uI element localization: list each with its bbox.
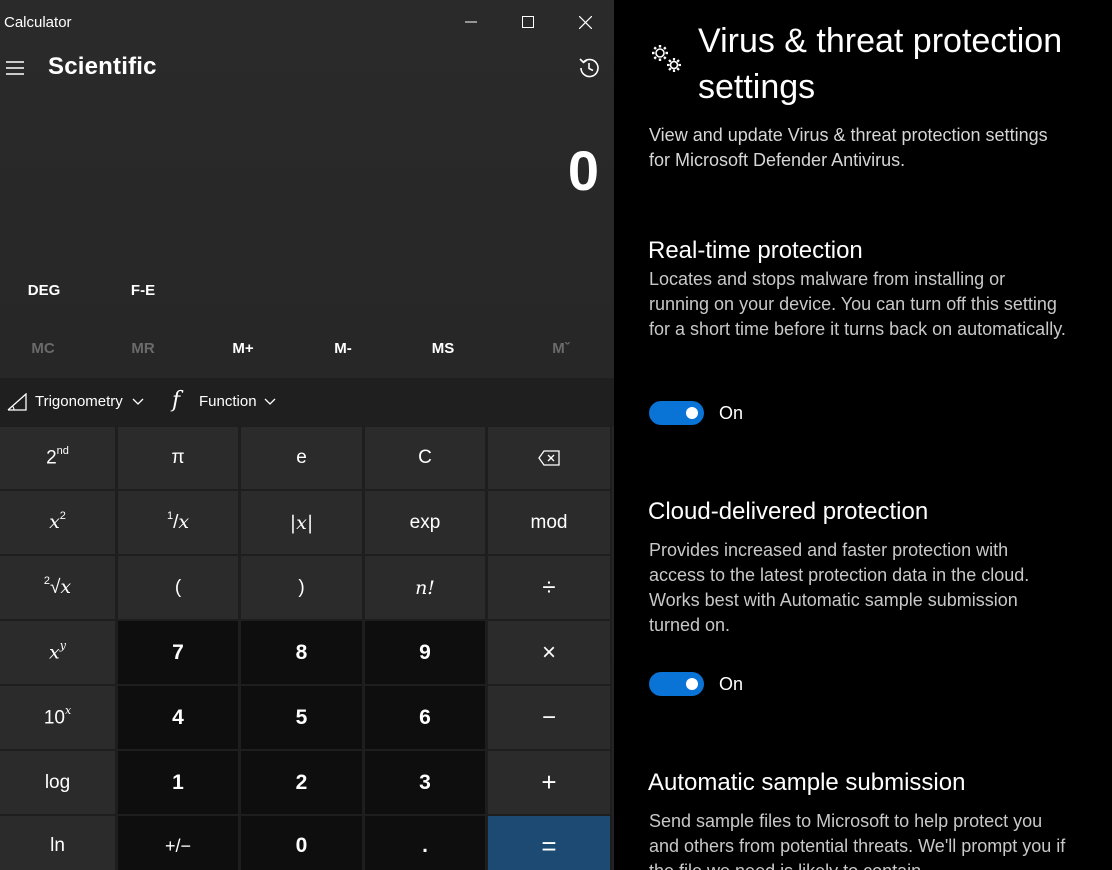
- realtime-protection-title: Real-time protection: [648, 237, 863, 264]
- absolute-value-button[interactable]: |x|: [241, 491, 362, 554]
- display-value: 0: [567, 139, 599, 202]
- trigonometry-dropdown[interactable]: Trigonometry: [35, 393, 123, 410]
- history-icon[interactable]: [576, 55, 602, 81]
- digit-8-button[interactable]: 8: [241, 621, 362, 684]
- digit-2-button[interactable]: 2: [241, 751, 362, 814]
- function-dropdown[interactable]: Function: [199, 393, 257, 410]
- square-button[interactable]: x2: [0, 491, 115, 554]
- pi-button[interactable]: π: [118, 427, 238, 489]
- digit-6-button[interactable]: 6: [365, 686, 485, 749]
- calculator-window: Calculator Scientific 0 DEG F-E MC MR M+…: [0, 0, 614, 870]
- digit-5-button[interactable]: 5: [241, 686, 362, 749]
- euler-button[interactable]: e: [241, 427, 362, 489]
- ten-power-button[interactable]: 10x: [0, 686, 115, 749]
- digit-9-button[interactable]: 9: [365, 621, 485, 684]
- mod-button[interactable]: mod: [488, 491, 610, 554]
- right-paren-button[interactable]: ): [241, 556, 362, 619]
- minimize-button[interactable]: [443, 0, 499, 44]
- backspace-button[interactable]: [488, 427, 610, 489]
- equals-button[interactable]: =: [488, 816, 610, 870]
- memory-clear-button[interactable]: MC: [0, 340, 93, 357]
- memory-add-button[interactable]: M+: [193, 340, 293, 357]
- log-button[interactable]: log: [0, 751, 115, 814]
- title-bar: Calculator: [0, 0, 614, 44]
- power-button[interactable]: xy: [0, 621, 115, 684]
- close-icon: [578, 15, 592, 29]
- clear-button[interactable]: C: [365, 427, 485, 489]
- divide-button[interactable]: ÷: [488, 556, 610, 619]
- memory-store-button[interactable]: MS: [393, 340, 493, 357]
- function-row: Trigonometry f Function: [0, 378, 614, 426]
- memory-list-button[interactable]: Mˇ: [511, 340, 611, 357]
- chevron-down-icon[interactable]: [132, 398, 144, 406]
- memory-recall-button[interactable]: MR: [93, 340, 193, 357]
- realtime-protection-state: On: [719, 403, 744, 423]
- triangle-icon: [7, 393, 27, 411]
- minus-button[interactable]: −: [488, 686, 610, 749]
- second-button[interactable]: 2nd: [0, 427, 115, 489]
- sample-submission-desc: Send sample files to Microsoft to help p…: [649, 811, 1066, 870]
- cloud-protection-desc: Provides increased and faster protection…: [649, 540, 1030, 635]
- cloud-protection-title: Cloud-delivered protection: [648, 498, 929, 525]
- ln-button[interactable]: ln: [0, 816, 115, 870]
- square-root-button[interactable]: 2√x: [0, 556, 115, 619]
- page-subtitle: View and update Virus & threat protectio…: [649, 125, 1048, 170]
- maximize-button[interactable]: [500, 0, 556, 44]
- digit-3-button[interactable]: 3: [365, 751, 485, 814]
- chevron-down-icon[interactable]: [264, 398, 276, 406]
- memory-subtract-button[interactable]: M-: [293, 340, 393, 357]
- fixed-exponent-button[interactable]: F-E: [103, 282, 183, 299]
- realtime-protection-toggle[interactable]: [649, 401, 704, 425]
- left-paren-button[interactable]: (: [118, 556, 238, 619]
- reciprocal-button[interactable]: 1/x: [118, 491, 238, 554]
- hamburger-menu-icon[interactable]: [4, 58, 26, 78]
- mode-title: Scientific: [48, 53, 157, 80]
- gear-icon: [652, 45, 681, 72]
- function-icon: f: [172, 388, 181, 413]
- decimal-button[interactable]: .: [365, 816, 485, 870]
- angle-unit-button[interactable]: DEG: [4, 282, 84, 299]
- multiply-button[interactable]: ×: [488, 621, 610, 684]
- sample-submission-title: Automatic sample submission: [648, 769, 966, 796]
- keypad: 2nd π e C x2 1/x |x| exp mod 2√x ( ) n! …: [0, 426, 612, 870]
- digit-1-button[interactable]: 1: [118, 751, 238, 814]
- negate-button[interactable]: +/−: [118, 816, 238, 870]
- defender-settings-panel: Virus & threat protection settings View …: [614, 0, 1112, 870]
- factorial-button[interactable]: n!: [365, 556, 485, 619]
- plus-button[interactable]: +: [488, 751, 610, 814]
- realtime-protection-desc: Locates and stops malware from installin…: [649, 269, 1066, 339]
- backspace-icon: [538, 450, 560, 466]
- digit-7-button[interactable]: 7: [118, 621, 238, 684]
- app-title: Calculator: [4, 14, 72, 31]
- digit-0-button[interactable]: 0: [241, 816, 362, 870]
- maximize-icon: [522, 16, 534, 28]
- exp-button[interactable]: exp: [365, 491, 485, 554]
- close-button[interactable]: [557, 0, 613, 44]
- minimize-icon: [465, 21, 477, 23]
- digit-4-button[interactable]: 4: [118, 686, 238, 749]
- cloud-protection-state: On: [719, 674, 744, 694]
- page-title: Virus & threat protection settings: [698, 22, 1063, 106]
- cloud-protection-toggle[interactable]: [649, 672, 704, 696]
